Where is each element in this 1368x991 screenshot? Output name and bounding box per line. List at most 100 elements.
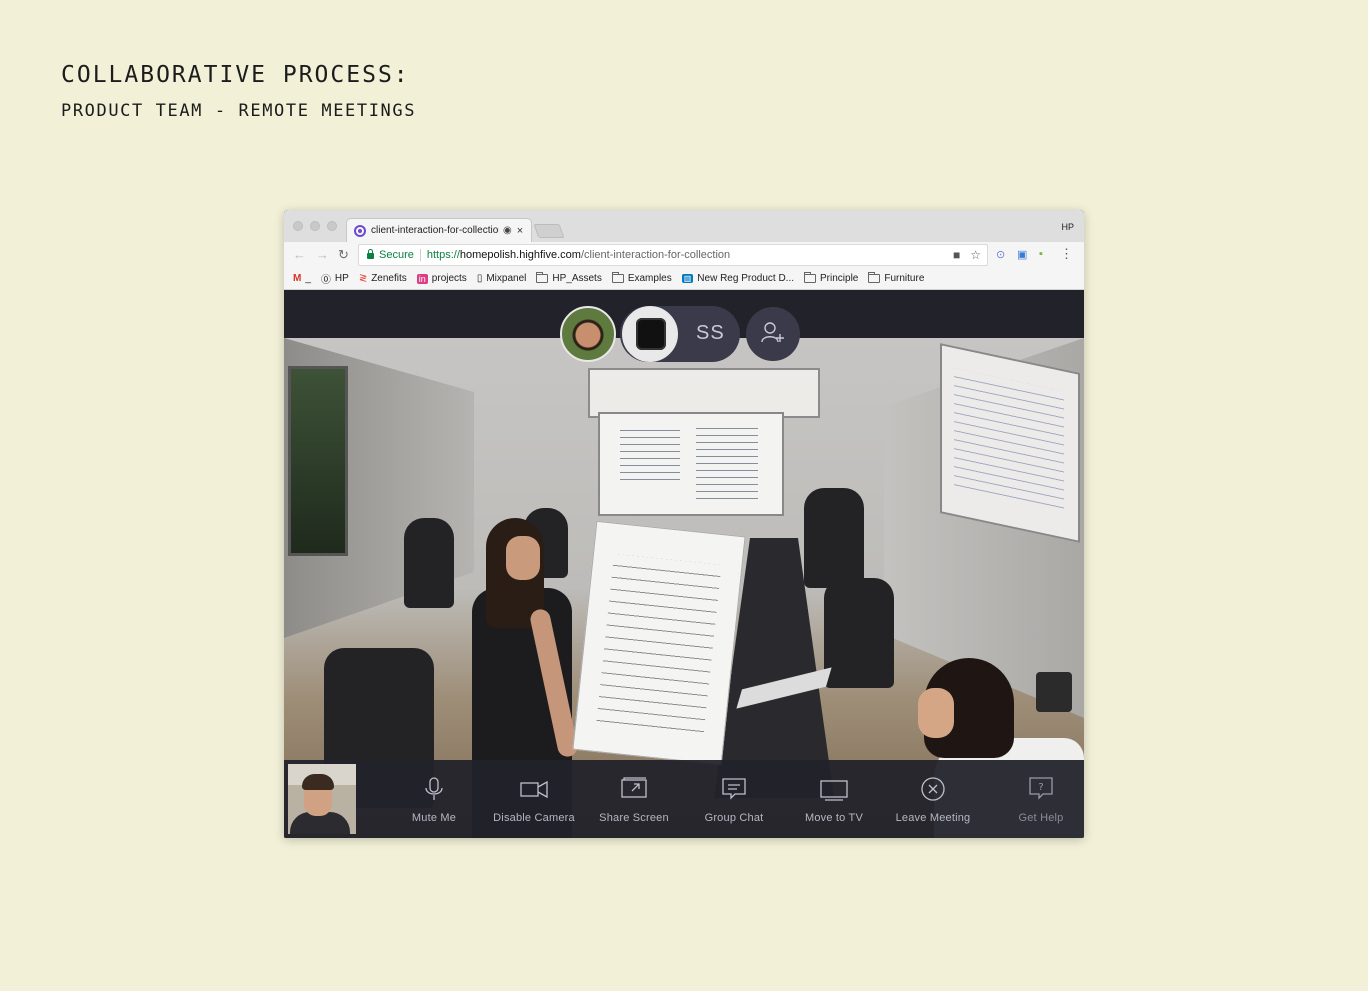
forward-arrow-icon[interactable]: → [316,247,329,262]
flip-chart [572,520,746,766]
url-path: /client-interaction-for-collection [580,249,731,261]
bookmark-label: HP [334,273,349,284]
bookmark-label: HP_Assets [552,273,602,284]
top-whiteboard [588,368,820,418]
back-arrow-icon[interactable]: ← [293,247,306,262]
page-subtitle: PRODUCT TEAM - REMOTE MEETINGS [61,101,417,121]
office-chair [804,488,864,588]
profile-label[interactable]: HP [1061,222,1074,232]
tab-bar: client-interaction-for-collection ◉ × HP [284,210,1084,242]
bookmark-hp-assets[interactable]: HP_Assets [536,272,602,284]
back-whiteboard [598,412,784,516]
omnibox-icons: ■ ☆ [953,248,981,262]
person-hair [302,774,334,790]
lock-icon [367,249,374,259]
recording-dot-icon: ◉ [503,225,512,236]
microphone-icon [425,777,443,800]
close-circle-icon [921,777,945,801]
participant-avatar[interactable] [560,306,616,362]
bookmark-label: projects [431,273,467,284]
flip-chart-writing [596,553,722,735]
whiteboard-writing [696,422,758,502]
bookmark-label: Furniture [884,273,925,284]
tv-icon [820,780,848,801]
url-scheme: https:// [426,249,460,261]
trello-icon: ▥ [681,274,694,283]
bookmark-label: Zenefits [371,273,407,284]
extension-target-icon[interactable]: ⊙ [996,248,1005,261]
video-call-area: SS Mute Me Disable Camera Share Screen G… [284,290,1084,838]
share-screen-label: Share Screen [599,812,669,824]
leave-meeting-label: Leave Meeting [895,812,971,824]
address-bar[interactable]: Secure https:// homepolish.highfive.com … [358,244,988,266]
url-host: homepolish.highfive.com [459,249,581,261]
bookmark-examples[interactable]: Examples [611,272,672,284]
group-chat-button[interactable]: Group Chat [684,776,784,824]
meeting-controls: Mute Me Disable Camera Share Screen Grou… [284,760,1084,838]
bookmark-star-icon[interactable]: ☆ [970,248,981,262]
page-heading: COLLABORATIVE PROCESS: PRODUCT TEAM - RE… [61,62,416,121]
bookmark-label: New Reg Product D... [697,273,795,284]
add-user-icon [761,322,784,343]
folder-icon [611,272,624,283]
right-whiteboard [940,343,1080,543]
page-title: COLLABORATIVE PROCESS: [61,62,410,88]
bookmark-gmail[interactable]: M _ [293,273,311,284]
camera-indicator-icon[interactable]: ■ [953,248,960,262]
disable-camera-button[interactable]: Disable Camera [484,776,584,824]
whiteboard-writing [620,424,680,484]
person-face [506,536,540,580]
bookmark-projects[interactable]: in projects [416,273,467,284]
hp-icon: ⓪ [320,275,331,286]
maximize-window-button[interactable] [327,221,337,231]
disable-camera-label: Disable Camera [493,812,575,824]
chat-icon [722,778,746,800]
minimize-window-button[interactable] [310,221,320,231]
share-screen-icon [621,777,647,798]
new-tab-button[interactable] [533,224,565,238]
camera-icon [520,780,548,799]
mute-button[interactable]: Mute Me [384,776,484,824]
extension-evernote-icon[interactable]: ▪ [1039,248,1043,260]
bookmark-zenefits[interactable]: ≷ Zenefits [359,273,407,284]
get-help-button[interactable]: ? Get Help [991,776,1084,824]
room-device-avatar[interactable] [622,306,678,362]
mute-label: Mute Me [411,812,457,824]
whiteboard-writing [954,368,1064,512]
share-screen-button[interactable]: Share Screen [584,776,684,824]
browser-toolbar: ← → ↻ Secure https:// homepolish.highfiv… [284,242,1084,268]
extension-screenshot-icon[interactable]: ▣ [1017,248,1027,261]
room-window [288,366,348,556]
bookmark-hp[interactable]: ⓪ HP [321,271,349,286]
bookmark-label: _ [305,273,311,284]
close-window-button[interactable] [293,221,303,231]
browser-window: client-interaction-for-collection ◉ × HP… [284,210,1084,838]
bookmark-label: Mixpanel [486,273,527,284]
tab-active[interactable]: client-interaction-for-collection ◉ × [346,218,532,242]
bookmark-label: Principle [820,273,859,284]
participants-bar: SS [560,306,800,362]
tab-close-icon[interactable]: × [517,225,523,237]
folder-icon [804,272,817,283]
bookmark-principle[interactable]: Principle [804,272,859,284]
reload-icon[interactable]: ↻ [338,247,349,263]
get-help-label: Get Help [1018,812,1064,824]
leave-meeting-button[interactable]: Leave Meeting [883,776,983,824]
self-view-video[interactable] [288,764,356,834]
secure-label: Secure [379,249,414,261]
bookmark-new-reg[interactable]: ▥ New Reg Product D... [681,273,795,284]
page-icon: ▯ [476,273,483,284]
zenefits-icon: ≷ [358,273,368,284]
browser-menu-icon[interactable]: ⋮ [1060,246,1073,262]
help-icon: ? [1029,777,1053,800]
bookmark-furniture[interactable]: Furniture [868,272,925,284]
highfive-favicon-icon [354,224,366,237]
tab-title: client-interaction-for-collection [371,225,499,236]
invision-icon: in [416,273,428,284]
move-to-tv-button[interactable]: Move to TV [784,776,884,824]
address-divider [419,249,421,261]
bookmarks-bar: M _ ⓪ HP ≷ Zenefits in projects ▯ Mixpanel HP… [284,268,1084,290]
bookmark-label: Examples [627,273,672,284]
add-participant-button[interactable] [746,307,800,361]
bookmark-mixpanel[interactable]: ▯ Mixpanel [477,273,527,284]
